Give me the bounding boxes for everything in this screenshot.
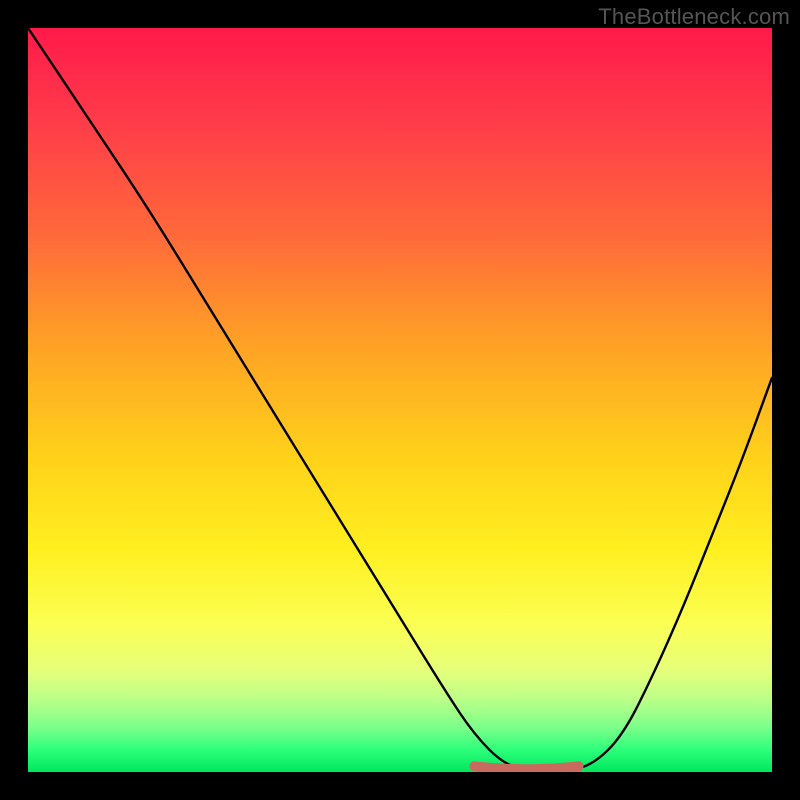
bottleneck-curve-svg bbox=[28, 28, 772, 772]
plot-area bbox=[28, 28, 772, 772]
bottleneck-curve-path bbox=[28, 28, 772, 772]
trough-marker-path bbox=[474, 766, 578, 769]
chart-frame: TheBottleneck.com bbox=[0, 0, 800, 800]
watermark-text: TheBottleneck.com bbox=[598, 4, 790, 30]
